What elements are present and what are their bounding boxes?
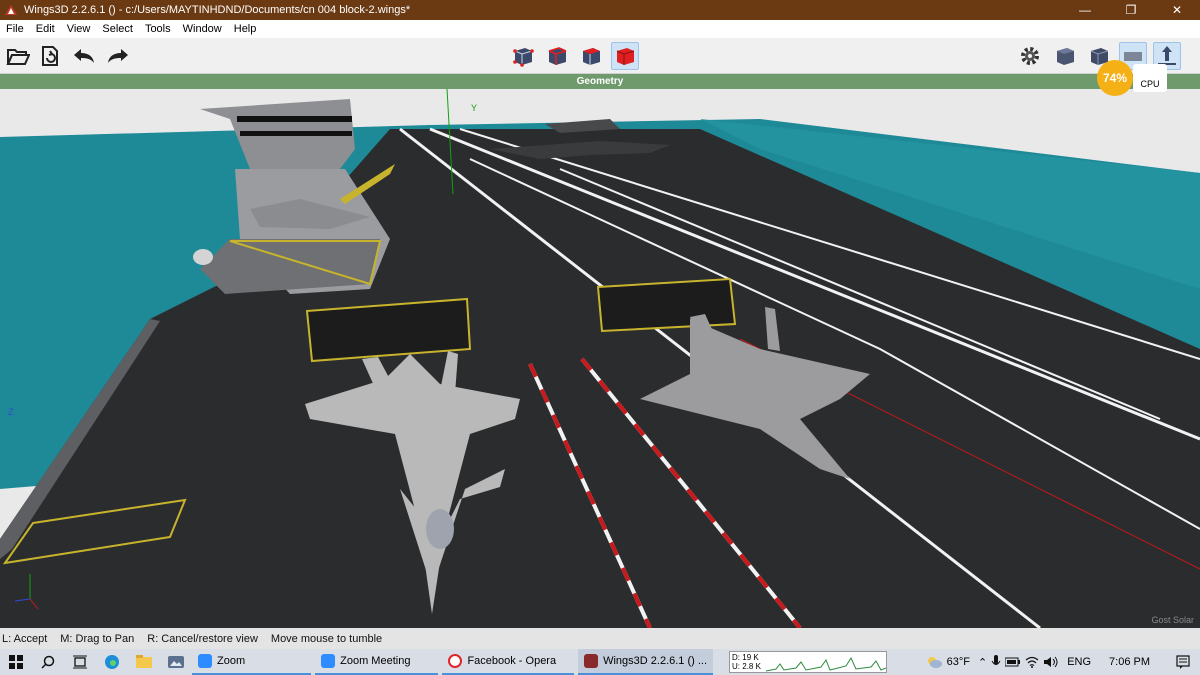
file-explorer-button[interactable] [128,649,160,675]
cpu-percent: 74% [1097,60,1133,96]
taskbar-app-label: Zoom Meeting [340,655,411,667]
vertex-select-icon [513,48,534,67]
island-stripe-1 [237,116,352,122]
language-indicator[interactable]: ENG [1067,656,1091,668]
scene-render [0,89,1200,628]
geometry-viewport[interactable]: Y Z [0,89,1200,628]
elevator-box-1 [305,297,472,363]
smooth-cube-icon [1057,48,1074,65]
wings3d-icon [584,654,599,668]
zoom-meeting-icon [321,654,336,668]
wifi-icon[interactable] [1025,656,1039,668]
menu-bar: File Edit View Select Tools Window Help [0,20,1200,38]
geometry-window-title: Geometry [0,74,1200,89]
z-axis-label: Z [8,407,14,417]
status-hint-tumble: Move mouse to tumble [270,632,383,645]
vertex-mode-button[interactable] [509,42,537,70]
opera-icon [448,654,463,668]
task-view-button[interactable] [64,649,96,675]
island-stripe-2 [240,131,352,136]
weather-icon[interactable] [925,655,943,669]
notifications-icon[interactable] [1176,655,1190,669]
windows-taskbar: Zoom Zoom Meeting Facebook - Opera Wings… [0,649,1200,675]
wings3d-app-icon [5,5,17,15]
open-folder-icon [6,49,30,65]
save-icon [42,46,58,66]
redo-icon [108,49,128,63]
face-mode-button[interactable] [577,42,605,70]
undo-button[interactable] [70,42,98,70]
photos-app-icon [168,656,184,668]
net-download: D: 19 K [732,653,759,662]
taskbar-app-zoom-meeting[interactable]: Zoom Meeting [315,649,439,675]
smooth-view-button[interactable] [1051,42,1079,70]
restore-button[interactable]: ❐ [1108,0,1154,20]
menu-select[interactable]: Select [96,23,139,35]
open-button[interactable] [4,42,32,70]
folder-icon [136,655,152,668]
status-hint-right: R: Cancel/restore view [147,632,258,645]
search-icon [41,655,55,669]
pinned-app-button[interactable] [160,649,192,675]
search-button[interactable] [32,649,64,675]
minimize-button[interactable]: — [1062,0,1108,20]
network-monitor: D: 19 K U: 2.8 K [729,651,888,673]
menu-edit[interactable]: Edit [30,23,61,35]
battery-icon[interactable] [1005,657,1021,667]
start-button[interactable] [0,649,32,675]
y-axis-label: Y [471,103,478,113]
body-select-icon [616,48,635,65]
undo-icon [74,49,94,63]
system-tray: 63°F ⌃ ENG 7:06 PM [925,655,1200,669]
menu-help[interactable]: Help [228,23,263,35]
net-activity-graph [766,656,887,672]
status-bar: L: Accept M: Drag to Pan R: Cancel/resto… [0,628,1200,649]
task-view-icon [73,655,87,669]
chevron-up-icon[interactable]: ⌃ [978,656,987,669]
net-upload: U: 2.8 K [732,662,761,671]
volume-icon[interactable] [1043,656,1059,668]
wings3d-window: Wings3D 2.2.6.1 () - c:/Users/MAYTINHDND… [0,0,1200,675]
taskbar-app-wings3d[interactable]: Wings3D 2.2.6.1 () ... [578,649,714,675]
save-button[interactable] [36,42,64,70]
taskbar-app-label: Wings3D 2.2.6.1 () ... [603,655,708,667]
toolbar [0,38,1200,74]
settings-button[interactable] [1016,42,1044,70]
cpu-label: CPU [1133,64,1167,92]
radome [193,249,213,265]
cpu-usage-widget: CPU 74% [1097,60,1169,96]
title-bar: Wings3D 2.2.6.1 () - c:/Users/MAYTINHDND… [0,0,1200,20]
taskbar-app-label: Facebook - Opera [467,655,557,667]
body-mode-button[interactable] [611,42,639,70]
edge-browser-button[interactable] [96,649,128,675]
menu-file[interactable]: File [0,23,30,35]
zoom-icon [198,654,212,668]
menu-view[interactable]: View [61,23,97,35]
menu-tools[interactable]: Tools [139,23,177,35]
taskbar-app-zoom[interactable]: Zoom [192,649,312,675]
face-select-icon [583,48,600,65]
windows-logo-icon [9,655,23,669]
edge-select-icon [548,47,567,65]
close-button[interactable]: ✕ [1154,0,1200,20]
elevator-box-2 [596,277,737,333]
status-hint-middle: M: Drag to Pan [60,632,135,645]
menu-window[interactable]: Window [177,23,228,35]
weather-temperature[interactable]: 63°F [947,656,970,668]
microphone-icon[interactable] [991,655,1001,669]
taskbar-app-opera[interactable]: Facebook - Opera [442,649,575,675]
window-title: Wings3D 2.2.6.1 () - c:/Users/MAYTINHDND… [24,4,411,16]
status-hint-left: L: Accept [2,632,48,645]
edge-mode-button[interactable] [543,42,571,70]
clock[interactable]: 7:06 PM [1109,656,1150,668]
edge-browser-icon [105,655,119,669]
taskbar-app-label: Zoom [217,655,246,667]
redo-button[interactable] [104,42,132,70]
gear-icon [1021,47,1039,65]
watermark-text: Gost Solar [1151,615,1194,625]
